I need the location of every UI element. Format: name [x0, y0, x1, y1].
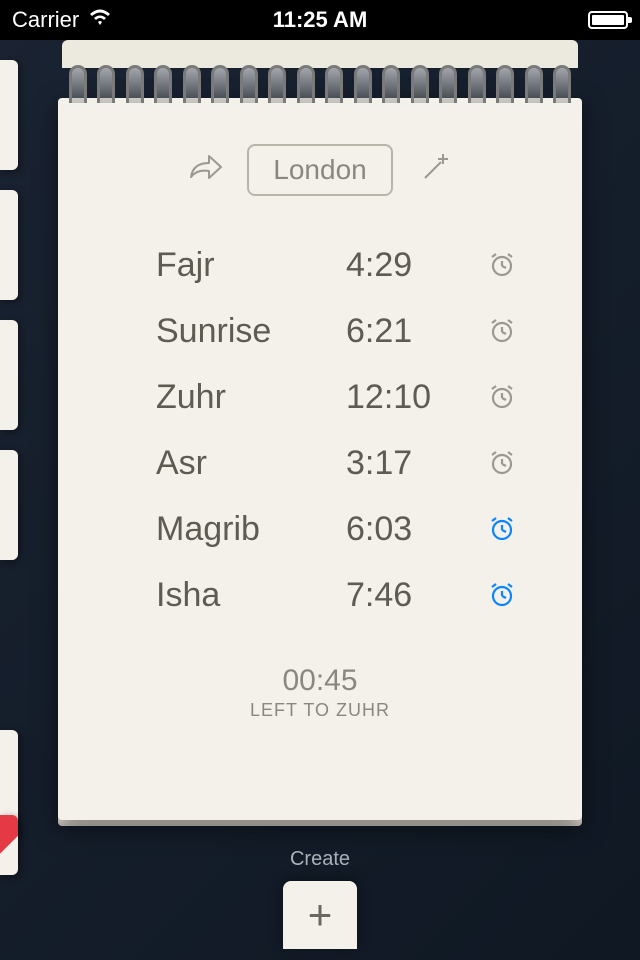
prayer-row: Isha7:46	[156, 562, 542, 628]
status-bar: Carrier 11:25 AM	[0, 0, 640, 40]
prayer-name: Zuhr	[156, 378, 346, 417]
prayer-time: 3:17	[346, 444, 466, 483]
countdown: 00:45 LEFT TO ZUHR	[98, 664, 542, 721]
prayer-row: Zuhr12:10	[156, 364, 542, 430]
prayer-row: Fajr4:29	[156, 232, 542, 298]
alarm-toggle[interactable]	[484, 379, 520, 415]
prayer-name: Fajr	[156, 246, 346, 285]
create-label: Create	[0, 848, 640, 871]
alarm-toggle[interactable]	[484, 577, 520, 613]
battery-icon	[588, 11, 628, 29]
alarm-toggle[interactable]	[484, 313, 520, 349]
peek-card[interactable]	[0, 190, 18, 300]
prayer-row: Asr3:17	[156, 430, 542, 496]
prayer-name: Magrib	[156, 510, 346, 549]
prayer-name: Asr	[156, 444, 346, 483]
alarm-toggle[interactable]	[484, 511, 520, 547]
alarm-toggle[interactable]	[484, 445, 520, 481]
peek-card[interactable]	[0, 450, 18, 560]
qibla-icon[interactable]	[417, 150, 453, 191]
alarm-toggle[interactable]	[484, 247, 520, 283]
prayer-row: Sunrise6:21	[156, 298, 542, 364]
peek-card[interactable]	[0, 320, 18, 430]
prayer-time: 6:03	[346, 510, 466, 549]
share-icon[interactable]	[187, 153, 223, 188]
prayer-time: 12:10	[346, 378, 466, 417]
notepad: London Fajr4:29Sunrise6:21Zuhr12:10Asr3:…	[58, 40, 582, 820]
carrier-label: Carrier	[12, 7, 79, 33]
prayer-list: Fajr4:29Sunrise6:21Zuhr12:10Asr3:17Magri…	[98, 232, 542, 628]
prayer-name: Sunrise	[156, 312, 346, 351]
create-button[interactable]: +	[283, 881, 357, 949]
countdown-time: 00:45	[98, 664, 542, 698]
prayer-name: Isha	[156, 576, 346, 615]
peek-card[interactable]	[0, 60, 18, 170]
notepad-spiral	[58, 62, 582, 106]
location-button[interactable]: London	[247, 144, 392, 196]
bottom-panel: Create +	[0, 840, 640, 960]
countdown-label: LEFT TO ZUHR	[98, 700, 542, 721]
statusbar-time: 11:25 AM	[273, 7, 368, 33]
prayer-time: 7:46	[346, 576, 466, 615]
prayer-row: Magrib6:03	[156, 496, 542, 562]
wifi-icon	[87, 7, 113, 33]
prayer-time: 4:29	[346, 246, 466, 285]
prayer-time: 6:21	[346, 312, 466, 351]
notepad-page: London Fajr4:29Sunrise6:21Zuhr12:10Asr3:…	[58, 98, 582, 820]
plus-icon: +	[308, 891, 333, 939]
